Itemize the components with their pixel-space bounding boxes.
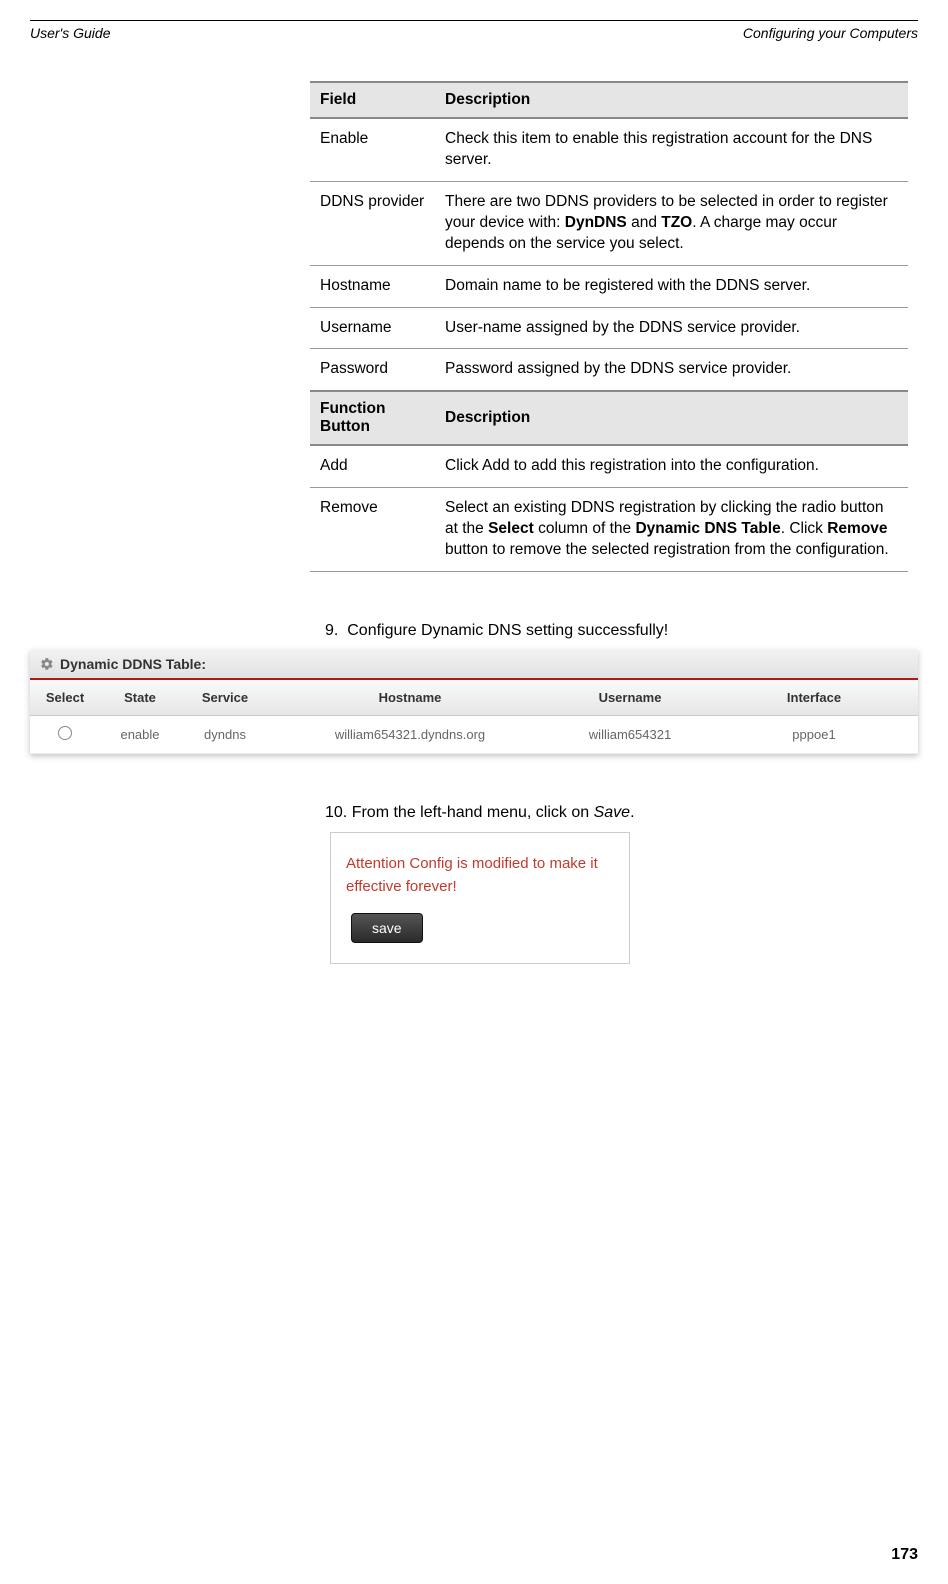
table-row: Add Click Add to add this registration i…	[310, 445, 908, 487]
ddns-title: Dynamic DDNS Table:	[60, 656, 206, 672]
desc-cell: Check this item to enable this registrat…	[435, 118, 908, 181]
col-state: State	[100, 679, 180, 716]
interface-cell: pppoe1	[710, 716, 918, 754]
field-cell: Hostname	[310, 265, 435, 307]
hostname-cell: william654321.dyndns.org	[270, 716, 550, 754]
page-number: 173	[891, 1546, 918, 1564]
page-header: User's Guide Configuring your Computers	[30, 25, 918, 41]
col-service: Service	[180, 679, 270, 716]
radio-icon[interactable]	[58, 726, 72, 740]
table-row: Enable Check this item to enable this re…	[310, 118, 908, 181]
col-username: Username	[550, 679, 710, 716]
field-cell: Username	[310, 307, 435, 349]
state-cell: enable	[100, 716, 180, 754]
ddns-table-figure: Dynamic DDNS Table: Select State Service…	[30, 650, 918, 754]
select-radio-cell	[30, 716, 100, 754]
username-cell: william654321	[550, 716, 710, 754]
attention-text: Attention Config is modified to make it …	[346, 853, 614, 898]
desc-cell: Click Add to add this registration into …	[435, 445, 908, 487]
field-cell: Enable	[310, 118, 435, 181]
table-row: Remove Select an existing DDNS registrat…	[310, 488, 908, 572]
col-interface: Interface	[710, 679, 918, 716]
field-cell: DDNS provider	[310, 181, 435, 265]
desc-cell: Select an existing DDNS registration by …	[435, 488, 908, 572]
table-row: Username User-name assigned by the DDNS …	[310, 307, 908, 349]
service-cell: dyndns	[180, 716, 270, 754]
header-left: User's Guide	[30, 25, 110, 41]
save-figure: Attention Config is modified to make it …	[330, 832, 630, 964]
table-row: DDNS provider There are two DDNS provide…	[310, 181, 908, 265]
save-button[interactable]: save	[351, 913, 423, 943]
table-row: Hostname Domain name to be registered wi…	[310, 265, 908, 307]
desc-cell: There are two DDNS providers to be selec…	[435, 181, 908, 265]
field-cell: Remove	[310, 488, 435, 572]
desc-cell: Domain name to be registered with the DD…	[435, 265, 908, 307]
field-cell: Add	[310, 445, 435, 487]
desc-cell: Password assigned by the DDNS service pr…	[435, 349, 908, 391]
table-header-description: Description	[435, 391, 908, 445]
desc-cell: User-name assigned by the DDNS service p…	[435, 307, 908, 349]
ddns-inner-table: Select State Service Hostname Username I…	[30, 678, 918, 754]
table-header-function: Function Button	[310, 391, 435, 445]
table-row: Password Password assigned by the DDNS s…	[310, 349, 908, 391]
table-header-field: Field	[310, 82, 435, 118]
field-description-table: Field Description Enable Check this item…	[310, 81, 908, 572]
step-9: 9. Configure Dynamic DNS setting success…	[310, 622, 908, 640]
ddns-row: enable dyndns william654321.dyndns.org w…	[30, 716, 918, 754]
ddns-title-bar: Dynamic DDNS Table:	[30, 650, 918, 678]
field-cell: Password	[310, 349, 435, 391]
step-10: 10. From the left-hand menu, click on Sa…	[310, 804, 908, 822]
col-hostname: Hostname	[270, 679, 550, 716]
header-right: Configuring your Computers	[743, 25, 918, 41]
col-select: Select	[30, 679, 100, 716]
gear-icon	[40, 657, 54, 671]
table-header-description: Description	[435, 82, 908, 118]
